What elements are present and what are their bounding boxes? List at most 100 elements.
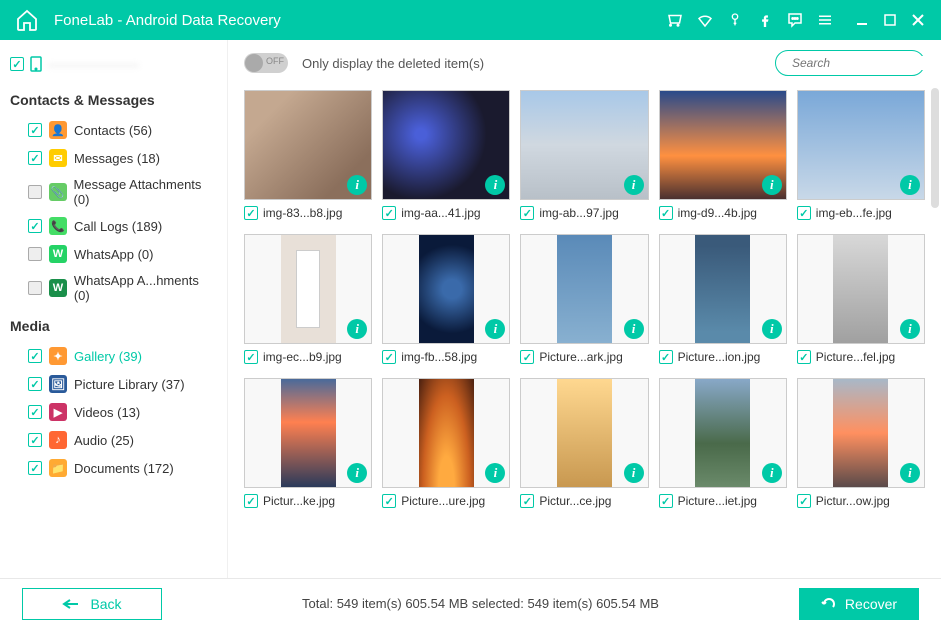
deleted-filter-toggle[interactable]: OFF: [244, 53, 288, 73]
thumbnail-checkbox[interactable]: [382, 350, 396, 364]
close-button[interactable]: [910, 12, 926, 28]
thumbnail-item[interactable]: iimg-aa...41.jpg: [382, 90, 510, 220]
thumbnail-checkbox[interactable]: [520, 494, 534, 508]
item-checkbox[interactable]: [28, 123, 42, 137]
item-checkbox[interactable]: [28, 405, 42, 419]
thumbnail-image[interactable]: i: [797, 234, 925, 344]
info-icon[interactable]: i: [624, 463, 644, 483]
thumbnail-checkbox[interactable]: [797, 206, 811, 220]
thumbnail-image[interactable]: i: [244, 234, 372, 344]
sidebar-item[interactable]: 📞Call Logs (189): [10, 212, 217, 240]
sidebar-item[interactable]: WWhatsApp (0): [10, 240, 217, 268]
sidebar-item[interactable]: ♪Audio (25): [10, 426, 217, 454]
info-icon[interactable]: i: [624, 175, 644, 195]
info-icon[interactable]: i: [762, 463, 782, 483]
sidebar-item[interactable]: ▶Videos (13): [10, 398, 217, 426]
thumbnail-item[interactable]: iimg-83...b8.jpg: [244, 90, 372, 220]
thumbnail-checkbox[interactable]: [382, 206, 396, 220]
feedback-icon[interactable]: [786, 11, 804, 29]
item-checkbox[interactable]: [28, 185, 42, 199]
thumbnail-item[interactable]: iPicture...ion.jpg: [659, 234, 787, 364]
info-icon[interactable]: i: [900, 463, 920, 483]
thumbnail-checkbox[interactable]: [244, 350, 258, 364]
item-checkbox[interactable]: [28, 349, 42, 363]
thumbnail-image[interactable]: i: [659, 378, 787, 488]
thumbnail-item[interactable]: iimg-ab...97.jpg: [520, 90, 648, 220]
thumbnail-item[interactable]: iPicture...iet.jpg: [659, 378, 787, 508]
info-icon[interactable]: i: [485, 319, 505, 339]
thumbnail-item[interactable]: iPicture...ure.jpg: [382, 378, 510, 508]
thumbnail-image[interactable]: i: [382, 234, 510, 344]
key-icon[interactable]: [726, 11, 744, 29]
thumbnail-image[interactable]: i: [382, 378, 510, 488]
info-icon[interactable]: i: [762, 175, 782, 195]
thumbnail-item[interactable]: iPictur...ow.jpg: [797, 378, 925, 508]
thumbnail-checkbox[interactable]: [797, 494, 811, 508]
thumbnail-item[interactable]: iimg-fb...58.jpg: [382, 234, 510, 364]
cart-icon[interactable]: [666, 11, 684, 29]
thumbnail-image[interactable]: i: [244, 378, 372, 488]
scrollbar[interactable]: [931, 88, 939, 568]
info-icon[interactable]: i: [900, 319, 920, 339]
sidebar-item[interactable]: 📎Message Attachments (0): [10, 172, 217, 212]
item-checkbox[interactable]: [28, 151, 42, 165]
search-input[interactable]: [792, 56, 941, 70]
thumbnail-item[interactable]: iPictur...ce.jpg: [520, 378, 648, 508]
thumbnail-item[interactable]: iimg-ec...b9.jpg: [244, 234, 372, 364]
thumbnail-image[interactable]: i: [659, 234, 787, 344]
item-checkbox[interactable]: [28, 461, 42, 475]
thumbnail-image[interactable]: i: [520, 90, 648, 200]
recover-label: Recover: [845, 596, 897, 612]
info-icon[interactable]: i: [485, 463, 505, 483]
thumbnail-checkbox[interactable]: [244, 206, 258, 220]
thumbnail-checkbox[interactable]: [659, 494, 673, 508]
thumbnail-checkbox[interactable]: [520, 206, 534, 220]
info-icon[interactable]: i: [347, 463, 367, 483]
wifi-icon[interactable]: [696, 11, 714, 29]
thumbnail-checkbox[interactable]: [382, 494, 396, 508]
thumbnail-image[interactable]: i: [382, 90, 510, 200]
sidebar-item[interactable]: 👤Contacts (56): [10, 116, 217, 144]
thumbnail-image[interactable]: i: [244, 90, 372, 200]
item-checkbox[interactable]: [28, 377, 42, 391]
thumbnail-image[interactable]: i: [797, 90, 925, 200]
info-icon[interactable]: i: [762, 319, 782, 339]
thumbnail-item[interactable]: iPicture...ark.jpg: [520, 234, 648, 364]
sidebar-item[interactable]: ✦Gallery (39): [10, 342, 217, 370]
minimize-button[interactable]: [854, 12, 870, 28]
item-checkbox[interactable]: [28, 281, 42, 295]
sidebar-item[interactable]: 📁Documents (172): [10, 454, 217, 482]
thumbnail-checkbox[interactable]: [659, 206, 673, 220]
info-icon[interactable]: i: [347, 319, 367, 339]
thumbnail-checkbox[interactable]: [797, 350, 811, 364]
search-box[interactable]: [775, 50, 925, 76]
sidebar-item[interactable]: ✉Messages (18): [10, 144, 217, 172]
info-icon[interactable]: i: [900, 175, 920, 195]
sidebar-item[interactable]: 🖼Picture Library (37): [10, 370, 217, 398]
thumbnail-item[interactable]: iimg-eb...fe.jpg: [797, 90, 925, 220]
thumbnail-item[interactable]: iPictur...ke.jpg: [244, 378, 372, 508]
maximize-button[interactable]: [882, 12, 898, 28]
thumbnail-checkbox[interactable]: [244, 494, 258, 508]
thumbnail-item[interactable]: iPicture...fel.jpg: [797, 234, 925, 364]
item-checkbox[interactable]: [28, 219, 42, 233]
thumbnail-checkbox[interactable]: [659, 350, 673, 364]
facebook-icon[interactable]: [756, 11, 774, 29]
thumbnail-image[interactable]: i: [659, 90, 787, 200]
device-row[interactable]: ———————: [10, 52, 217, 82]
device-checkbox[interactable]: [10, 57, 24, 71]
sidebar-item[interactable]: WWhatsApp A...hments (0): [10, 268, 217, 308]
recover-button[interactable]: Recover: [799, 588, 919, 620]
info-icon[interactable]: i: [624, 319, 644, 339]
menu-icon[interactable]: [816, 11, 834, 29]
item-checkbox[interactable]: [28, 247, 42, 261]
thumbnail-image[interactable]: i: [520, 234, 648, 344]
thumbnail-item[interactable]: iimg-d9...4b.jpg: [659, 90, 787, 220]
thumbnail-image[interactable]: i: [520, 378, 648, 488]
thumbnail-checkbox[interactable]: [520, 350, 534, 364]
item-checkbox[interactable]: [28, 433, 42, 447]
home-icon[interactable]: [15, 8, 39, 32]
item-label: Message Attachments (0): [74, 177, 217, 207]
thumbnail-image[interactable]: i: [797, 378, 925, 488]
back-button[interactable]: Back: [22, 588, 162, 620]
